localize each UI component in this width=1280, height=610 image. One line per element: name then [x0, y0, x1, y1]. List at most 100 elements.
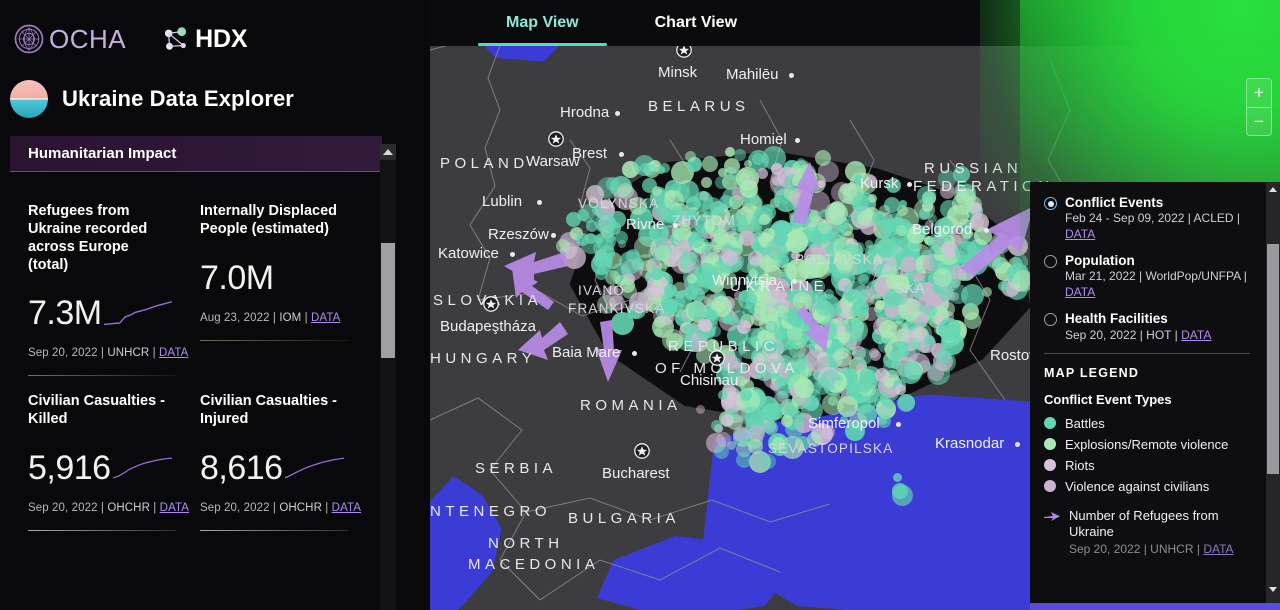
zoom-in-button[interactable]: + — [1247, 79, 1271, 107]
tab-chart-view[interactable]: Chart View — [649, 14, 743, 46]
conflict-event-point — [884, 344, 893, 353]
conflict-event-point — [809, 279, 825, 295]
dataset-name: Conflict Events — [1065, 195, 1164, 210]
conflict-event-point — [796, 158, 806, 168]
conflict-event-point — [684, 286, 698, 300]
dataset-option-health-facilities[interactable]: Health Facilities Sep 20, 2022 | HOT | DA… — [1044, 310, 1250, 343]
conflict-event-point — [840, 416, 848, 424]
conflict-event-point — [855, 348, 872, 365]
dataset-meta: Feb 24 - Sep 09, 2022 | ACLED | DATA — [1065, 211, 1241, 241]
ocha-logo[interactable]: OCHA — [14, 24, 126, 54]
map-legend-panel: Conflict Events Feb 24 - Sep 09, 2022 | A… — [1030, 182, 1280, 610]
conflict-event-point — [857, 211, 872, 226]
conflict-event-point — [892, 483, 908, 499]
conflict-event-point — [657, 166, 665, 174]
radio-button-icon[interactable] — [1044, 313, 1057, 327]
stat-source: OHCHR — [107, 501, 150, 514]
tab-map-view[interactable]: Map View — [478, 14, 607, 46]
dataset-option-population[interactable]: Population Mar 21, 2022 | WorldPop/UNFPA … — [1044, 252, 1250, 300]
legend-event-label: Violence against civilians — [1065, 478, 1210, 494]
radio-button-icon[interactable] — [1044, 255, 1057, 269]
stat-value: 8,616 — [200, 448, 283, 487]
capital-city-icon — [634, 443, 651, 459]
capital-city-icon — [547, 131, 564, 147]
conflict-event-point — [718, 168, 727, 177]
sidebar-scroll-up-icon[interactable] — [380, 144, 396, 160]
stat-data-link[interactable]: DATA — [311, 312, 340, 324]
hdx-wordmark: HDX — [195, 24, 248, 53]
conflict-event-point — [586, 185, 604, 203]
conflict-event-point — [728, 213, 747, 232]
radio-button-icon[interactable] — [1044, 197, 1057, 210]
conflict-event-point — [884, 289, 902, 307]
legend-event-label: Battles — [1065, 415, 1105, 431]
app-title-row: Ukraine Data Explorer — [0, 60, 430, 118]
capital-city-icon — [708, 350, 725, 366]
conflict-event-point — [651, 268, 663, 280]
conflict-event-point — [891, 360, 900, 369]
view-tabs: Map View Chart View — [430, 0, 1280, 46]
conflict-event-point — [750, 336, 759, 345]
conflict-event-point — [919, 225, 930, 236]
stat-data-link[interactable]: DATA — [332, 502, 361, 514]
conflict-event-point — [688, 232, 704, 248]
conflict-event-point — [752, 361, 762, 371]
conflict-event-point — [740, 180, 758, 198]
conflict-event-point — [696, 405, 705, 414]
conflict-event-point — [794, 378, 814, 398]
legend-scroll-down-icon[interactable] — [1266, 582, 1280, 596]
stat-value-row: 7.0M — [200, 256, 344, 300]
conflict-event-point — [786, 259, 810, 283]
legend-title: MAP LEGEND — [1044, 365, 1140, 380]
conflict-event-point — [791, 188, 811, 208]
refugee-legend-meta-text: Sep 20, 2022 | UNHCR | — [1069, 542, 1200, 557]
legend-content: Conflict Events Feb 24 - Sep 09, 2022 | A… — [1030, 182, 1264, 556]
conflict-event-point — [828, 229, 837, 238]
conflict-event-point — [763, 340, 777, 354]
conflict-event-point — [740, 389, 752, 401]
sparkline — [103, 300, 172, 325]
dataset-data-link[interactable]: DATA — [1181, 328, 1211, 342]
stat-card: Internally Displaced People (estimated) 7… — [182, 186, 354, 376]
conflict-event-point — [662, 290, 685, 313]
map-city-dot — [619, 152, 624, 157]
conflict-event-point — [927, 317, 935, 325]
conflict-event-point — [896, 225, 907, 236]
conflict-event-point — [754, 303, 766, 315]
dataset-data-link[interactable]: DATA — [1065, 227, 1095, 241]
brand-bar: OCHA HDX — [0, 0, 430, 60]
hdx-logo[interactable]: HDX — [162, 24, 248, 53]
zoom-out-button[interactable]: − — [1247, 107, 1271, 135]
legend-scroll-up-icon[interactable] — [1266, 182, 1280, 196]
sparkline — [284, 456, 344, 478]
conflict-event-point — [883, 263, 892, 272]
dataset-name: Health Facilities — [1065, 311, 1168, 327]
map-city-dot — [631, 351, 637, 356]
conflict-event-point — [556, 239, 570, 253]
sidebar-scrollbar-track[interactable] — [380, 144, 396, 610]
conflict-event-point — [666, 333, 683, 350]
legend-scrollbar-thumb[interactable] — [1267, 244, 1279, 474]
refugee-legend-meta: Sep 20, 2022 | UNHCR | DATA — [1069, 542, 1250, 556]
legend-subtitle: Conflict Event Types — [1044, 391, 1172, 407]
refugee-legend-data-link[interactable]: DATA — [1203, 542, 1233, 556]
conflict-event-point — [814, 263, 830, 279]
dataset-option-conflict-events[interactable]: Conflict Events Feb 24 - Sep 09, 2022 | A… — [1044, 194, 1250, 242]
stat-source: UNHCR — [107, 346, 150, 359]
stat-meta: Aug 23, 2022 | IOM | DATA — [200, 312, 341, 324]
stat-value-row: 7.3M — [28, 291, 172, 335]
conflict-event-point — [722, 250, 738, 266]
conflict-event-point — [816, 300, 832, 316]
conflict-event-point — [716, 432, 731, 447]
conflict-event-point — [937, 228, 947, 238]
conflict-event-point — [715, 232, 729, 246]
conflict-event-point — [721, 414, 734, 427]
stat-card-grid: Refugees from Ukraine recorded across Eu… — [0, 186, 372, 531]
sidebar-scrollbar-thumb[interactable] — [381, 243, 395, 358]
dataset-data-link[interactable]: DATA — [1065, 285, 1095, 299]
stat-value: 7.0M — [200, 259, 274, 297]
conflict-event-point — [699, 319, 712, 332]
humanitarian-impact-panel-header[interactable]: Humanitarian Impact — [10, 136, 382, 172]
conflict-event-point — [728, 232, 744, 248]
map-city-dot — [896, 422, 901, 427]
